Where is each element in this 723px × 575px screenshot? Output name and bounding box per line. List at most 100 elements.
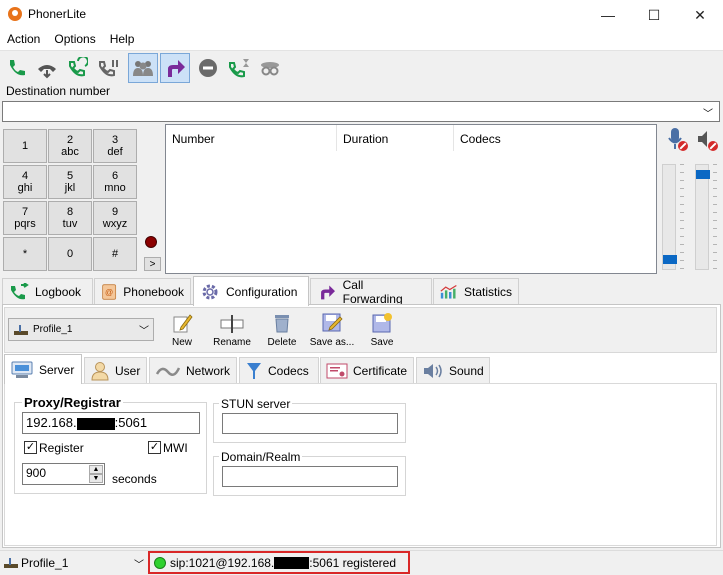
call-button[interactable] bbox=[2, 53, 32, 83]
keypad-2[interactable]: 2 abc bbox=[48, 129, 92, 163]
key-digit: 9 bbox=[111, 206, 119, 218]
reject-icon bbox=[199, 59, 217, 77]
subtab-sound[interactable]: Sound bbox=[416, 357, 490, 383]
keypad-3[interactable]: 3 def bbox=[93, 129, 137, 163]
interval-value: 900 bbox=[26, 466, 47, 480]
rename-profile-button[interactable]: Rename bbox=[209, 312, 255, 352]
minimize-button[interactable]: — bbox=[585, 0, 631, 30]
microphone-volume-slider[interactable] bbox=[662, 164, 677, 270]
keypad-6[interactable]: 6 mno bbox=[93, 165, 137, 199]
gear-icon bbox=[202, 284, 218, 299]
stepper-down-icon[interactable]: ▼ bbox=[89, 474, 103, 483]
reject-button[interactable] bbox=[193, 53, 223, 83]
microphone-slider-thumb[interactable] bbox=[663, 255, 677, 264]
key-digit: 8 bbox=[66, 206, 74, 218]
speaker-icon bbox=[424, 363, 442, 378]
keypad-1[interactable]: 1 bbox=[3, 129, 47, 163]
subtab-codecs[interactable]: Codecs bbox=[239, 357, 319, 383]
record-indicator-icon[interactable] bbox=[145, 236, 157, 248]
microphone-mute-icon[interactable] bbox=[667, 127, 689, 153]
subtab-network[interactable]: Network bbox=[149, 357, 237, 383]
domain-label: Domain/Realm bbox=[219, 450, 303, 464]
profile-select-value: Profile_1 bbox=[33, 324, 73, 335]
key-letters: jkl bbox=[64, 182, 76, 194]
menu-action[interactable]: Action bbox=[0, 30, 47, 50]
tab-label: Configuration bbox=[226, 284, 298, 299]
column-header-codecs[interactable]: Codecs bbox=[454, 125, 656, 151]
menu-help[interactable]: Help bbox=[103, 30, 142, 50]
expand-button[interactable]: > bbox=[144, 257, 161, 271]
conference-button[interactable] bbox=[128, 53, 158, 83]
save-as-profile-button[interactable]: Save as... bbox=[309, 312, 355, 352]
tab-statistics[interactable]: Statistics bbox=[433, 278, 519, 305]
call-later-button[interactable] bbox=[224, 53, 254, 83]
new-profile-button[interactable]: New bbox=[159, 312, 205, 352]
anonymous-button[interactable] bbox=[255, 53, 285, 83]
hangup-button[interactable] bbox=[32, 53, 62, 83]
subtab-label: Certificate bbox=[353, 363, 408, 378]
mwi-checkbox[interactable]: ✓ bbox=[148, 441, 161, 454]
subtab-certificate[interactable]: Certificate bbox=[320, 357, 414, 383]
chevron-down-icon: ﹀ bbox=[139, 326, 149, 337]
domain-realm-input[interactable] bbox=[222, 466, 398, 487]
stun-server-input[interactable] bbox=[222, 413, 398, 434]
tab-phonebook[interactable]: @ Phonebook bbox=[94, 278, 191, 305]
speaker-mute-icon[interactable] bbox=[696, 127, 720, 153]
keypad-5[interactable]: 5 jkl bbox=[48, 165, 92, 199]
redial-icon bbox=[69, 57, 88, 77]
redial-button[interactable] bbox=[62, 53, 92, 83]
subtab-user[interactable]: User bbox=[84, 357, 147, 383]
tab-logbook[interactable]: Logbook bbox=[2, 278, 93, 305]
mwi-label: MWI bbox=[163, 441, 188, 455]
destination-input[interactable] bbox=[2, 101, 720, 122]
button-label: New bbox=[171, 337, 192, 348]
keypad-0[interactable]: 0 bbox=[48, 237, 92, 271]
keypad-4[interactable]: 4 ghi bbox=[3, 165, 47, 199]
register-checkbox[interactable]: ✓ bbox=[24, 441, 37, 454]
codecs-icon bbox=[247, 362, 261, 379]
speaker-volume-slider[interactable] bbox=[695, 164, 710, 270]
proxy-suffix: :5061 bbox=[114, 415, 148, 430]
transfer-button[interactable] bbox=[160, 53, 190, 83]
subtab-server[interactable]: Server bbox=[4, 354, 82, 384]
close-button[interactable]: ✕ bbox=[677, 0, 723, 30]
keypad-9[interactable]: 9 wxyz bbox=[93, 201, 137, 235]
column-header-duration[interactable]: Duration bbox=[337, 125, 454, 151]
calls-list[interactable]: Number Duration Codecs bbox=[165, 124, 657, 274]
stepper-up-icon[interactable]: ▲ bbox=[89, 465, 103, 474]
delete-profile-button[interactable]: Delete bbox=[259, 312, 305, 352]
chevron-down-icon[interactable]: ﹀ bbox=[700, 104, 716, 120]
keypad-star[interactable]: * bbox=[3, 237, 47, 271]
speaker-slider-thumb[interactable] bbox=[696, 170, 710, 179]
key-letters: def bbox=[107, 146, 123, 158]
menu-options[interactable]: Options bbox=[47, 30, 102, 50]
save-icon bbox=[372, 313, 392, 333]
trash-icon bbox=[275, 315, 289, 333]
phonebook-icon: @ bbox=[102, 284, 117, 300]
profile-icon bbox=[4, 558, 18, 568]
redacted-block bbox=[76, 417, 115, 430]
status-text-suffix: :5061 registered bbox=[309, 555, 396, 570]
tab-call-forwarding[interactable]: Call Forwarding bbox=[310, 278, 432, 306]
network-icon bbox=[155, 366, 181, 376]
profile-select[interactable]: Profile_1 ﹀ bbox=[8, 318, 154, 341]
keypad-7[interactable]: 7 pqrs bbox=[3, 201, 47, 235]
tab-configuration[interactable]: Configuration bbox=[193, 276, 309, 306]
certificate-icon bbox=[326, 363, 348, 378]
keypad-hash[interactable]: # bbox=[93, 237, 137, 271]
key-digit: 5 bbox=[66, 170, 74, 182]
seconds-label: seconds bbox=[112, 472, 157, 486]
slider-ticks bbox=[680, 164, 684, 270]
mask-icon bbox=[261, 62, 279, 76]
maximize-button[interactable]: ☐ bbox=[631, 0, 677, 30]
chevron-down-icon[interactable]: ﹀ bbox=[134, 556, 144, 571]
keypad-8[interactable]: 8 tuv bbox=[48, 201, 92, 235]
key-letters: tuv bbox=[62, 218, 78, 230]
button-label: Rename bbox=[213, 337, 251, 348]
hold-button[interactable] bbox=[93, 53, 123, 83]
column-header-number[interactable]: Number bbox=[166, 125, 337, 151]
redacted-block bbox=[274, 557, 310, 570]
save-profile-button[interactable]: Save bbox=[359, 312, 405, 352]
status-profile-select[interactable]: Profile_1 bbox=[21, 556, 68, 570]
proxy-registrar-input[interactable]: 192.168.:5061 bbox=[22, 412, 200, 434]
